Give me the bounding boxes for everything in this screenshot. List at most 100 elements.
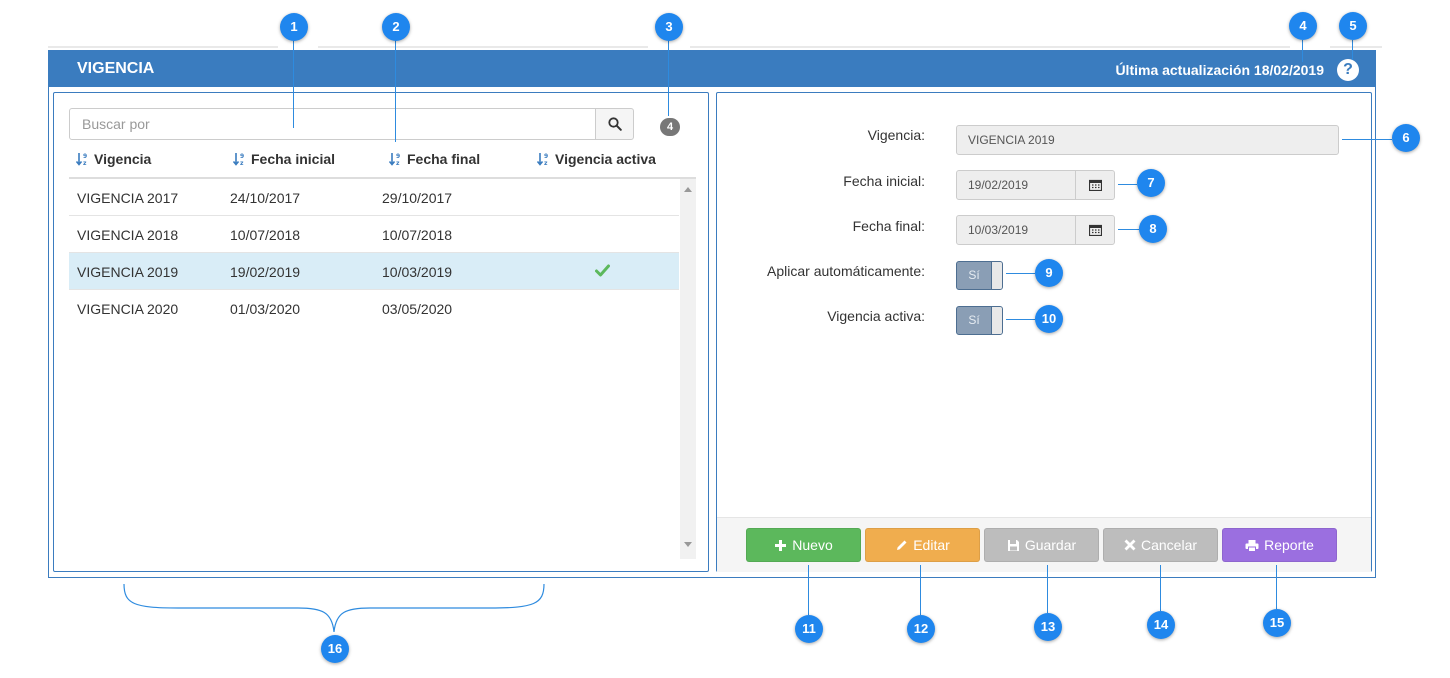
search-input[interactable] <box>69 108 596 140</box>
button-label: Reporte <box>1264 537 1314 553</box>
cell-fecha-inicial: 19/02/2019 <box>230 264 301 280</box>
button-label: Guardar <box>1024 537 1077 553</box>
table-row[interactable]: VIGENCIA 2020 01/03/2020 03/05/2020 <box>69 290 679 327</box>
callout-badge: 9 <box>1035 259 1063 287</box>
calendar-icon <box>1088 179 1102 191</box>
sort-icon: 9z <box>389 153 400 166</box>
callout-line <box>1006 273 1035 274</box>
callout-badge: 11 <box>795 615 823 643</box>
search-icon <box>607 117 622 131</box>
scroll-up-icon[interactable] <box>684 187 692 192</box>
callout-badge: 7 <box>1137 169 1165 197</box>
callout-line <box>1118 229 1139 230</box>
callout-line <box>1118 184 1137 185</box>
scroll-down-icon[interactable] <box>684 542 692 547</box>
cell-vigencia: VIGENCIA 2019 <box>77 264 179 280</box>
column-header-label: Fecha inicial <box>251 151 336 167</box>
question-circle-icon[interactable]: ? <box>1337 59 1359 81</box>
cell-fecha-final: 29/10/2017 <box>382 190 453 206</box>
callout-line <box>395 40 396 142</box>
svg-text:9: 9 <box>396 153 400 160</box>
svg-text:z: z <box>544 160 548 166</box>
callout-badge: 16 <box>321 635 349 663</box>
callout-line <box>920 565 921 615</box>
aplicar-automaticamente-label: Aplicar automáticamente: <box>767 263 925 279</box>
callout-badge: 5 <box>1339 12 1367 40</box>
search-button[interactable] <box>595 108 634 140</box>
svg-text:9: 9 <box>544 153 548 160</box>
grid-scrollbar[interactable] <box>680 179 696 559</box>
cell-fecha-inicial: 10/07/2018 <box>230 227 301 243</box>
top-strip <box>48 46 278 48</box>
sort-icon: 9z <box>537 153 548 166</box>
nuevo-button[interactable]: Nuevo <box>746 528 861 562</box>
button-label: Nuevo <box>792 537 833 553</box>
vigencia-activa-toggle[interactable]: Sí <box>956 306 1003 335</box>
column-header-vigencia[interactable]: 9z Vigencia <box>76 151 151 167</box>
vigencia-list-panel: 4 9z Vigencia 9z Fecha inicial 9z Fecha … <box>53 92 709 572</box>
editar-button[interactable]: Editar <box>865 528 980 562</box>
callout-badge: 15 <box>1263 609 1291 637</box>
fecha-final-label: Fecha final: <box>852 218 925 234</box>
svg-text:9: 9 <box>240 153 244 160</box>
fecha-final-field[interactable]: 10/03/2019 <box>956 215 1077 245</box>
cell-fecha-inicial: 01/03/2020 <box>230 301 301 317</box>
table-row[interactable]: VIGENCIA 2018 10/07/2018 10/07/2018 <box>69 216 679 253</box>
table-row-selected[interactable]: VIGENCIA 2019 19/02/2019 10/03/2019 <box>69 253 679 290</box>
fecha-inicial-field[interactable]: 19/02/2019 <box>956 170 1077 200</box>
callout-line <box>1352 40 1353 60</box>
callout-line <box>1302 40 1303 62</box>
callout-line <box>1276 565 1277 609</box>
fecha-inicial-label: Fecha inicial: <box>843 173 925 189</box>
callout-badge: 14 <box>1147 611 1175 639</box>
pencil-icon <box>897 540 907 550</box>
checkmark-icon <box>595 264 610 277</box>
vigencia-grid: VIGENCIA 2017 24/10/2017 29/10/2017 VIGE… <box>69 179 679 559</box>
fecha-final-calendar-button[interactable] <box>1075 215 1115 245</box>
callout-badge: 1 <box>280 13 308 41</box>
callout-badge: 2 <box>382 13 410 41</box>
vigencia-field[interactable]: VIGENCIA 2019 <box>956 125 1339 155</box>
column-header-label: Vigencia activa <box>555 151 656 167</box>
column-header-fecha-final[interactable]: 9z Fecha final <box>389 151 480 167</box>
cell-fecha-inicial: 24/10/2017 <box>230 190 301 206</box>
guardar-button[interactable]: Guardar <box>984 528 1099 562</box>
callout-line <box>1160 565 1161 611</box>
fecha-inicial-calendar-button[interactable] <box>1075 170 1115 200</box>
toggle-state: Sí <box>968 268 980 282</box>
floppy-disk-icon <box>1007 539 1019 551</box>
column-header-label: Fecha final <box>407 151 481 167</box>
record-count-badge: 4 <box>660 118 680 136</box>
sort-icon: 9z <box>233 153 244 166</box>
callout-badge: 12 <box>907 615 935 643</box>
column-header-label: Vigencia <box>94 151 152 167</box>
toggle-state: Sí <box>968 313 980 327</box>
window-header: VIGENCIA Última actualización 18/02/2019… <box>49 51 1375 87</box>
aplicar-automaticamente-toggle[interactable]: Sí <box>956 261 1003 290</box>
action-bar: Nuevo Editar Guardar Cancelar Reporte <box>717 517 1371 572</box>
column-header-fecha-inicial[interactable]: 9z Fecha inicial <box>233 151 335 167</box>
cell-fecha-final: 10/07/2018 <box>382 227 453 243</box>
svg-text:z: z <box>240 160 244 166</box>
callout-badge: 4 <box>1289 12 1317 40</box>
svg-text:9: 9 <box>83 153 87 160</box>
toggle-knob <box>991 307 1002 334</box>
callout-badge: 10 <box>1035 305 1063 333</box>
button-label: Editar <box>913 537 950 553</box>
reporte-button[interactable]: Reporte <box>1222 528 1337 562</box>
callout-line <box>1006 319 1035 320</box>
top-strip <box>1330 46 1382 48</box>
button-label: Cancelar <box>1140 537 1198 553</box>
plus-icon <box>775 539 787 551</box>
window-title: VIGENCIA <box>77 60 155 77</box>
top-strip <box>318 46 648 48</box>
cell-vigencia: VIGENCIA 2017 <box>77 190 179 206</box>
column-header-vigencia-activa[interactable]: 9z Vigencia activa <box>537 151 656 167</box>
toggle-knob <box>991 262 1002 289</box>
close-icon <box>1124 539 1136 551</box>
callout-line <box>808 565 809 615</box>
callout-brace <box>123 583 545 633</box>
cancelar-button[interactable]: Cancelar <box>1103 528 1218 562</box>
callout-badge: 3 <box>655 13 683 41</box>
table-row[interactable]: VIGENCIA 2017 24/10/2017 29/10/2017 <box>69 179 679 216</box>
